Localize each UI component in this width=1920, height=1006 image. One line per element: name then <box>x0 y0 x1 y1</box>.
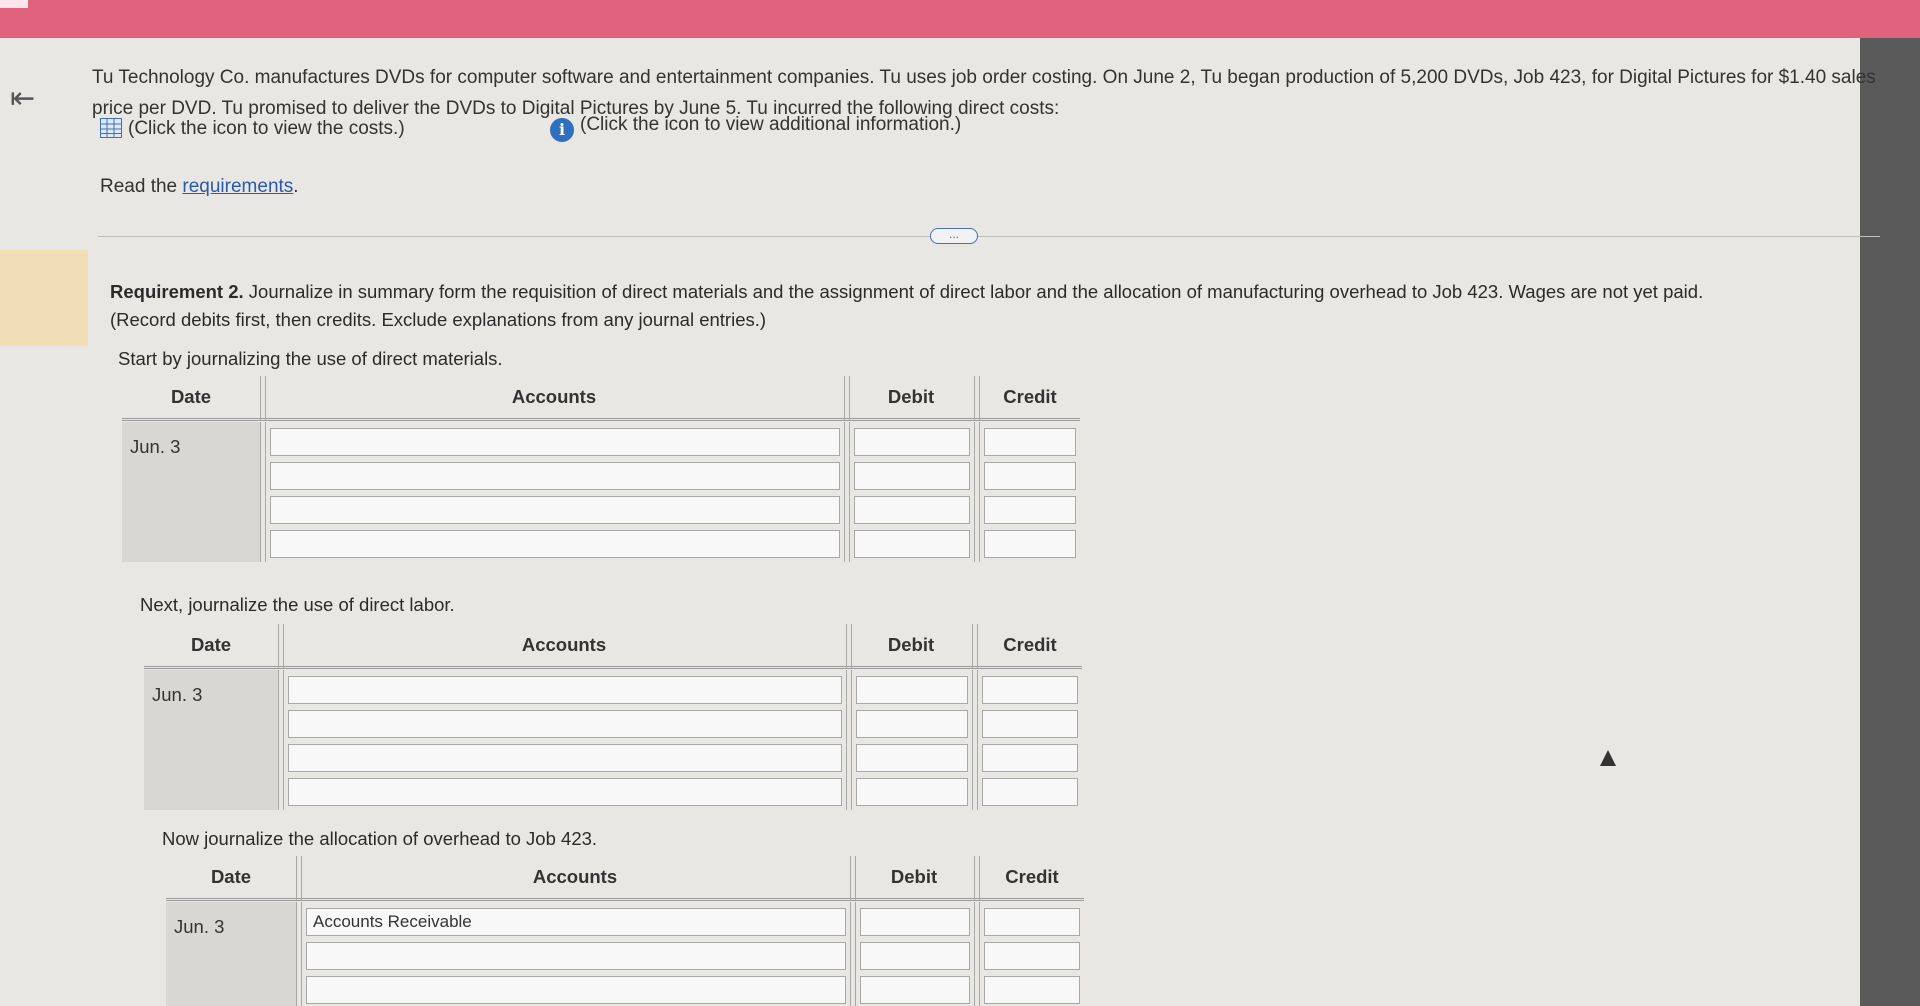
debit-input[interactable] <box>856 676 968 704</box>
entry-date: Jun. 3 <box>174 916 225 937</box>
table-grid-icon[interactable] <box>100 118 122 138</box>
account-input[interactable] <box>288 676 842 704</box>
debit-input[interactable] <box>854 462 970 490</box>
column-separator <box>972 670 978 810</box>
date-cell: Jun. 3 <box>166 902 296 1006</box>
credit-input[interactable] <box>982 710 1078 738</box>
materials-journal-table: Date Accounts Debit Credit Jun. 3 <box>122 376 1080 606</box>
labor-journal-table: Date Accounts Debit Credit Jun. 3 <box>144 624 1082 844</box>
table-header: Date Accounts Debit Credit <box>122 376 1080 421</box>
debit-input[interactable] <box>856 778 968 806</box>
header-date: Date <box>170 386 212 407</box>
header-accounts: Accounts <box>521 634 607 655</box>
credit-input[interactable] <box>984 942 1080 970</box>
section-divider <box>98 236 1880 237</box>
account-input[interactable] <box>270 462 840 490</box>
account-input[interactable] <box>270 530 840 558</box>
date-cell: Jun. 3 <box>122 422 260 562</box>
entry-date: Jun. 3 <box>152 684 203 705</box>
debit-input[interactable] <box>854 428 970 456</box>
requirement-note: (Record debits first, then credits. Excl… <box>110 309 767 330</box>
highlight-strip <box>0 250 88 346</box>
view-info-label[interactable]: (Click the icon to view additional infor… <box>580 114 961 135</box>
view-info-link[interactable]: i (Click the icon to view additional info… <box>550 114 961 142</box>
labor-instruction: Next, journalize the use of direct labor… <box>140 594 455 615</box>
credit-input[interactable] <box>984 428 1076 456</box>
header-date: Date <box>190 634 232 655</box>
header-credit: Credit <box>1003 386 1057 407</box>
credit-input[interactable] <box>982 744 1078 772</box>
account-input[interactable] <box>270 428 840 456</box>
column-separator <box>260 422 266 562</box>
expand-more-button[interactable]: ... <box>930 228 978 244</box>
header-debit: Debit <box>887 386 935 407</box>
header-credit: Credit <box>1003 634 1057 655</box>
requirement-label: Requirement 2. <box>110 281 244 302</box>
credit-input[interactable] <box>982 676 1078 704</box>
credit-input[interactable] <box>984 530 1076 558</box>
account-input[interactable] <box>306 976 846 1004</box>
top-bar <box>0 0 1920 38</box>
mouse-cursor-icon <box>1600 750 1616 766</box>
back-to-start-icon[interactable]: ⇤ <box>10 84 35 114</box>
credit-input[interactable] <box>984 462 1076 490</box>
account-input[interactable] <box>288 778 842 806</box>
table-header: Date Accounts Debit Credit <box>144 624 1082 669</box>
column-separator <box>850 902 856 1006</box>
date-cell: Jun. 3 <box>144 670 278 810</box>
account-input[interactable] <box>288 710 842 738</box>
header-accounts: Accounts <box>511 386 597 407</box>
debit-input[interactable] <box>860 942 970 970</box>
header-accounts: Accounts <box>532 866 618 887</box>
entry-date: Jun. 3 <box>130 436 181 457</box>
credit-input[interactable] <box>982 778 1078 806</box>
debit-input[interactable] <box>856 710 968 738</box>
materials-instruction: Start by journalizing the use of direct … <box>118 348 503 369</box>
column-separator <box>846 670 852 810</box>
requirement-text: Requirement 2. Journalize in summary for… <box>110 278 1870 334</box>
account-input[interactable] <box>306 908 846 936</box>
account-input[interactable] <box>306 942 846 970</box>
view-costs-label[interactable]: (Click the icon to view the costs.) <box>128 118 405 139</box>
column-separator <box>974 902 980 1006</box>
problem-text: Tu Technology Co. manufactures DVDs for … <box>92 67 1876 119</box>
table-header: Date Accounts Debit Credit <box>166 856 1084 901</box>
account-input[interactable] <box>270 496 840 524</box>
debit-input[interactable] <box>854 496 970 524</box>
overhead-instruction: Now journalize the allocation of overhea… <box>162 828 598 849</box>
column-separator <box>844 422 850 562</box>
debit-input[interactable] <box>856 744 968 772</box>
header-date: Date <box>210 866 252 887</box>
requirement-body: Journalize in summary form the requisiti… <box>243 281 1704 302</box>
debit-input[interactable] <box>860 908 970 936</box>
overhead-journal-table: Date Accounts Debit Credit Jun. 3 <box>166 856 1084 1006</box>
view-costs-link[interactable]: (Click the icon to view the costs.) <box>100 118 405 140</box>
read-prefix: Read the <box>100 176 183 197</box>
column-separator <box>296 902 302 1006</box>
header-credit: Credit <box>1005 866 1059 887</box>
credit-input[interactable] <box>984 496 1076 524</box>
question-content: Tu Technology Co. manufactures DVDs for … <box>88 38 1880 1006</box>
column-separator <box>278 670 284 810</box>
header-debit: Debit <box>890 866 938 887</box>
credit-input[interactable] <box>984 908 1080 936</box>
debit-input[interactable] <box>860 976 970 1004</box>
column-separator <box>974 422 980 562</box>
read-requirements: Read the requirements. <box>100 176 299 198</box>
requirements-link[interactable]: requirements <box>182 176 293 197</box>
read-suffix: . <box>293 176 299 197</box>
header-debit: Debit <box>887 634 935 655</box>
info-icon[interactable]: i <box>550 118 574 142</box>
credit-input[interactable] <box>984 976 1080 1004</box>
app-logo <box>0 0 28 8</box>
debit-input[interactable] <box>854 530 970 558</box>
account-input[interactable] <box>288 744 842 772</box>
